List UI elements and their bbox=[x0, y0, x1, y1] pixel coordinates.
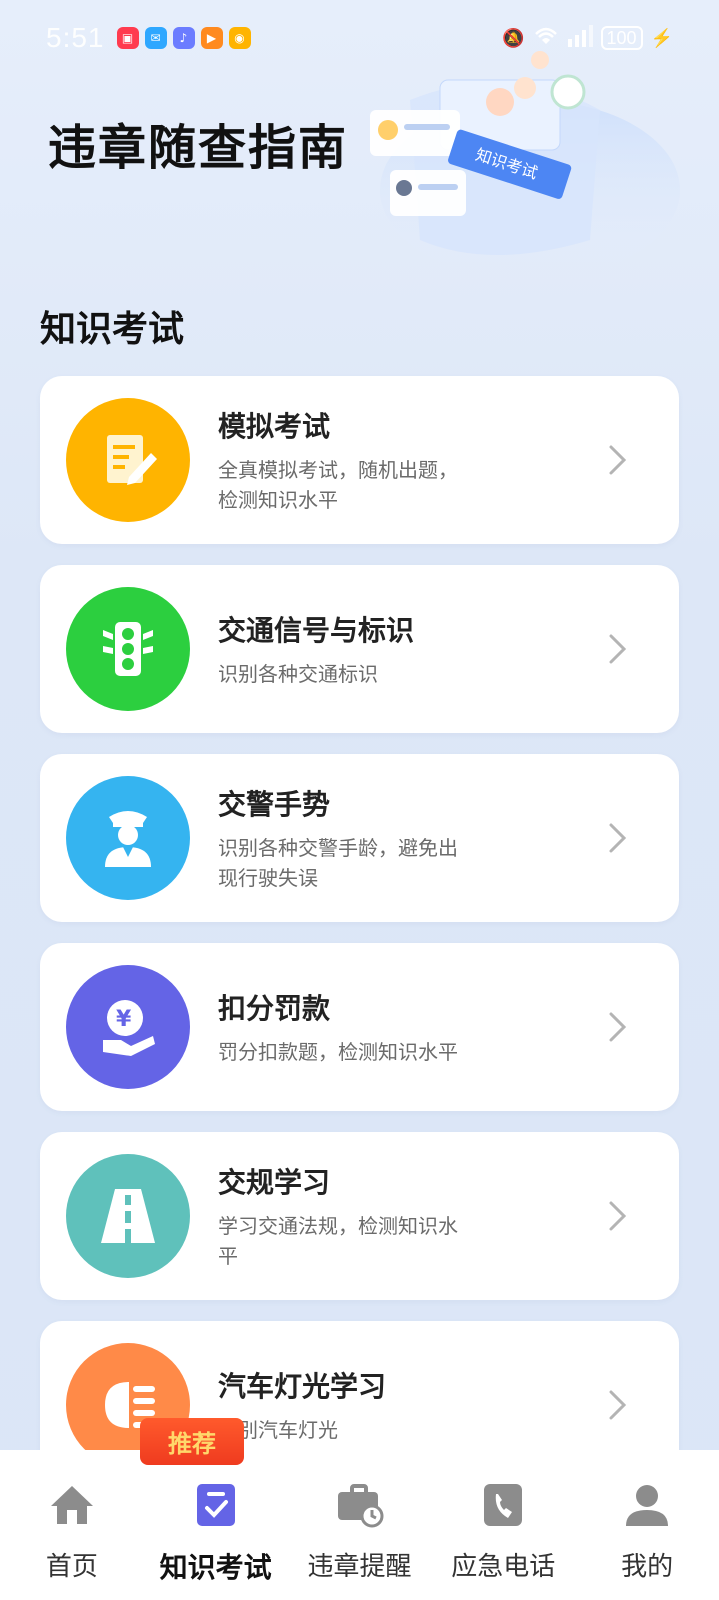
nav-home[interactable]: 首页 bbox=[2, 1480, 142, 1583]
card-police-gestures[interactable]: 交警手势 识别各种交警手龄，避免出现行驶失误 bbox=[40, 754, 679, 922]
card-title: 模拟考试 bbox=[218, 410, 331, 443]
card-description: 学习交通法规，检测知识水平 bbox=[218, 1214, 458, 1268]
card-description: 罚分扣款题，检测知识水平 bbox=[218, 1040, 458, 1064]
road-icon bbox=[66, 1154, 190, 1278]
fine-money-icon: ¥ bbox=[66, 965, 190, 1089]
briefcase-clock-icon bbox=[338, 1484, 384, 1528]
status-app-icons: ▣ ✉ ♪ ▶ ◉ bbox=[116, 27, 251, 49]
card-mock-exam[interactable]: 模拟考试 全真模拟考试，随机出题，检测知识水平 bbox=[40, 376, 679, 544]
card-title: 交规学习 bbox=[218, 1166, 331, 1199]
app-music-icon: ♪ bbox=[172, 27, 195, 49]
exam-paper-icon bbox=[66, 398, 190, 522]
nav-violation-reminder[interactable]: 违章提醒 bbox=[289, 1480, 429, 1583]
chevron-right-icon bbox=[609, 445, 627, 475]
card-description: 识别各种交警手龄，避免出现行驶失误 bbox=[218, 836, 458, 890]
card-title: 汽车灯光学习 bbox=[218, 1370, 387, 1403]
nav-exam[interactable]: 知识考试 bbox=[146, 1480, 286, 1586]
page-title: 违章随查指南 bbox=[48, 120, 349, 176]
nav-label: 违章提醒 bbox=[307, 1552, 412, 1582]
exam-card-list: 模拟考试 全真模拟考试，随机出题，检测知识水平 交通信号与标识 识别各种交通标识 bbox=[40, 376, 679, 1510]
recommend-badge: 推荐 bbox=[140, 1418, 244, 1465]
traffic-light-icon bbox=[66, 587, 190, 711]
card-traffic-signs[interactable]: 交通信号与标识 识别各种交通标识 bbox=[40, 565, 679, 733]
home-icon bbox=[50, 1486, 93, 1524]
app-chat-icon: ✉ bbox=[144, 27, 167, 49]
card-description: 识别汽车灯光 bbox=[218, 1418, 338, 1442]
chevron-right-icon bbox=[609, 634, 627, 664]
app-red-icon: ▣ bbox=[116, 27, 139, 49]
svg-text:¥: ¥ bbox=[116, 1007, 132, 1032]
card-description: 全真模拟考试，随机出题，检测知识水平 bbox=[218, 458, 458, 512]
nav-profile[interactable]: 我的 bbox=[577, 1480, 717, 1583]
app-video-icon: ▶ bbox=[200, 27, 223, 49]
nav-label: 我的 bbox=[621, 1552, 674, 1582]
nav-label: 应急电话 bbox=[451, 1552, 556, 1582]
app-weibo-icon: ◉ bbox=[228, 27, 251, 49]
hero-illustration: 知识考试 bbox=[370, 51, 680, 280]
exam-icon bbox=[196, 1484, 235, 1526]
chevron-right-icon bbox=[609, 823, 627, 853]
nav-label: 首页 bbox=[45, 1552, 98, 1582]
bottom-navigation: 首页 知识考试 违章提醒 应急电话 我的 bbox=[0, 1450, 719, 1600]
chevron-right-icon bbox=[609, 1012, 627, 1042]
card-title: 交警手势 bbox=[218, 788, 331, 821]
card-traffic-rules[interactable]: 交规学习 学习交通法规，检测知识水平 bbox=[40, 1132, 679, 1300]
nav-label: 知识考试 bbox=[159, 1551, 272, 1584]
chevron-right-icon bbox=[609, 1201, 627, 1231]
police-officer-icon bbox=[66, 776, 190, 900]
profile-icon bbox=[626, 1485, 669, 1526]
status-time: 5:51 bbox=[46, 22, 105, 53]
card-title: 交通信号与标识 bbox=[218, 614, 415, 647]
card-description: 识别各种交通标识 bbox=[218, 662, 378, 686]
chevron-right-icon bbox=[609, 1390, 627, 1420]
nav-emergency-phone[interactable]: 应急电话 bbox=[433, 1480, 573, 1583]
section-title: 知识考试 bbox=[40, 309, 185, 350]
card-fines[interactable]: ¥ 扣分罚款 罚分扣款题，检测知识水平 bbox=[40, 943, 679, 1111]
card-title: 扣分罚款 bbox=[218, 992, 331, 1025]
phone-icon bbox=[484, 1484, 523, 1526]
